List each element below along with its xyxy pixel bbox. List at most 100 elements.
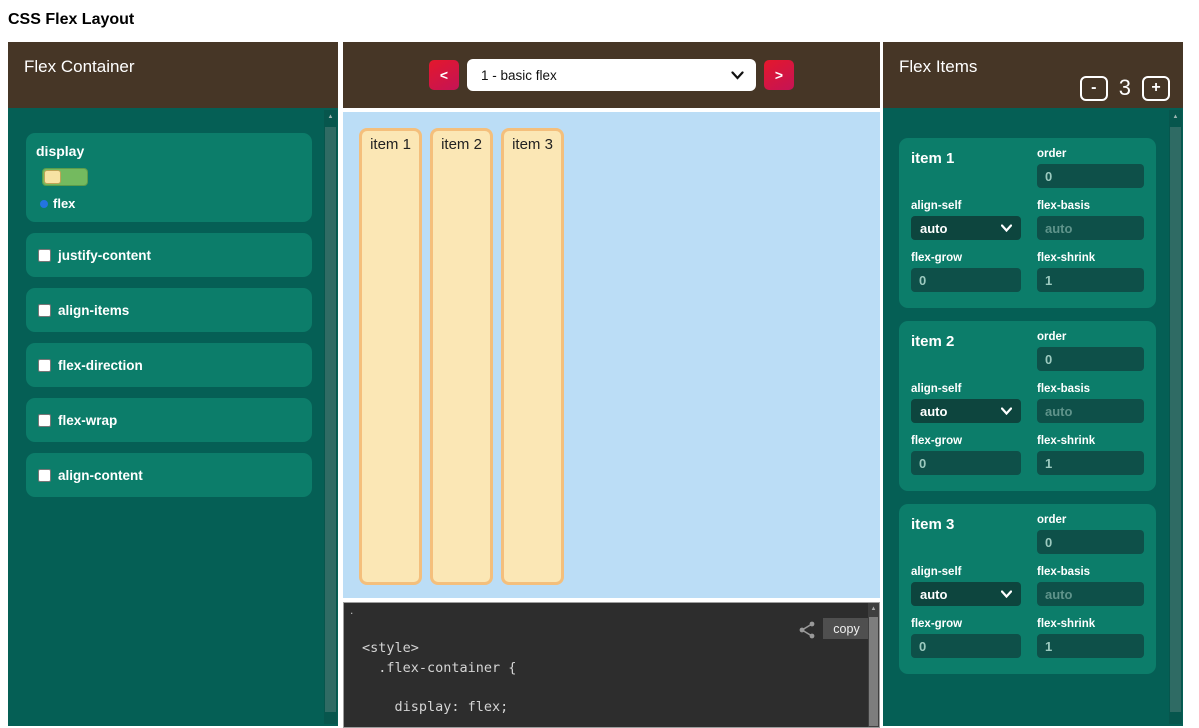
item-1-card: item 1 order align-self auto flex-basis xyxy=(899,138,1156,308)
flex-basis-label: flex-basis xyxy=(1037,383,1144,395)
property-card-align-items[interactable]: align-items xyxy=(26,288,312,332)
flex-basis-input[interactable] xyxy=(1037,582,1144,606)
flex-radio-row: flex xyxy=(40,196,302,211)
right-scrollbar-thumb[interactable] xyxy=(1170,127,1181,712)
increase-items-button[interactable]: + xyxy=(1142,76,1170,101)
align-self-select[interactable]: auto xyxy=(911,399,1021,423)
code-panel: . <style> .flex-container { display: fle… xyxy=(343,602,880,728)
order-input[interactable] xyxy=(1037,164,1144,188)
items-count: 3 xyxy=(1119,75,1131,101)
scroll-up-arrow-icon[interactable]: ▲ xyxy=(868,606,879,612)
flex-basis-field: flex-basis xyxy=(1037,566,1144,606)
code-cursor-dot: . xyxy=(350,603,353,617)
item-card-title: item 2 xyxy=(911,331,1021,371)
align-self-select[interactable]: auto xyxy=(911,216,1021,240)
flex-items-title: Flex Items xyxy=(899,57,977,76)
decrease-items-button[interactable]: - xyxy=(1080,76,1108,101)
flex-basis-label: flex-basis xyxy=(1037,200,1144,212)
flex-basis-label: flex-basis xyxy=(1037,566,1144,578)
items-count-controls: - 3 + xyxy=(1080,75,1170,101)
align-self-field: align-self auto xyxy=(911,566,1021,606)
property-card-justify-content[interactable]: justify-content xyxy=(26,233,312,277)
item-card-title: item 3 xyxy=(911,514,1021,554)
share-icon[interactable] xyxy=(797,620,817,640)
code-scrollbar[interactable]: ▲ xyxy=(868,603,879,727)
flex-grow-label: flex-grow xyxy=(911,252,1021,264)
flex-basis-field: flex-basis xyxy=(1037,200,1144,240)
align-self-select[interactable]: auto xyxy=(911,582,1021,606)
order-input[interactable] xyxy=(1037,530,1144,554)
align-self-value: auto xyxy=(920,404,1001,419)
flex-container-header: Flex Container xyxy=(8,42,338,108)
align-self-label: align-self xyxy=(911,200,1021,212)
flex-grow-field: flex-grow xyxy=(911,252,1021,292)
align-content-checkbox[interactable] xyxy=(38,469,51,482)
flex-basis-input[interactable] xyxy=(1037,399,1144,423)
code-scrollbar-thumb[interactable] xyxy=(869,617,878,726)
flex-item-2[interactable]: item 2 xyxy=(430,128,493,585)
flex-items-body: ▲ item 1 order align-self auto xyxy=(883,108,1183,726)
flex-grow-field: flex-grow xyxy=(911,435,1021,475)
chevron-down-icon xyxy=(731,71,744,80)
flex-wrap-checkbox[interactable] xyxy=(38,414,51,427)
copy-button[interactable]: copy xyxy=(823,618,870,639)
display-toggle-switch[interactable] xyxy=(42,168,88,186)
flex-shrink-input[interactable] xyxy=(1037,634,1144,658)
flex-grow-input[interactable] xyxy=(911,634,1021,658)
flex-shrink-label: flex-shrink xyxy=(1037,618,1144,630)
page-title: CSS Flex Layout xyxy=(0,0,1199,42)
align-self-field: align-self auto xyxy=(911,200,1021,240)
order-field: order xyxy=(1037,514,1144,554)
flex-container-title: Flex Container xyxy=(24,57,135,76)
preset-select[interactable]: 1 - basic flex xyxy=(467,59,756,91)
preset-select-value: 1 - basic flex xyxy=(481,68,731,83)
align-self-value: auto xyxy=(920,221,1001,236)
align-self-label: align-self xyxy=(911,383,1021,395)
chevron-down-icon xyxy=(1001,224,1012,232)
align-items-checkbox[interactable] xyxy=(38,304,51,317)
flex-direction-checkbox[interactable] xyxy=(38,359,51,372)
flex-grow-label: flex-grow xyxy=(911,618,1021,630)
flex-item-3[interactable]: item 3 xyxy=(501,128,564,585)
left-panel-scrollbar[interactable]: ▲ xyxy=(324,110,337,724)
item-card-title: item 1 xyxy=(911,148,1021,188)
order-label: order xyxy=(1037,148,1144,160)
order-label: order xyxy=(1037,331,1144,343)
left-scrollbar-thumb[interactable] xyxy=(325,127,336,712)
display-card: display flex xyxy=(26,133,312,222)
chevron-down-icon xyxy=(1001,590,1012,598)
flex-container-body: ▲ display flex justify-content align- xyxy=(8,108,338,726)
order-field: order xyxy=(1037,331,1144,371)
preset-prev-button[interactable]: < xyxy=(429,60,459,90)
scroll-up-arrow-icon[interactable]: ▲ xyxy=(1169,114,1182,120)
flex-basis-field: flex-basis xyxy=(1037,383,1144,423)
justify-content-checkbox[interactable] xyxy=(38,249,51,262)
flex-shrink-input[interactable] xyxy=(1037,451,1144,475)
align-items-label: align-items xyxy=(58,303,129,318)
flex-item-1[interactable]: item 1 xyxy=(359,128,422,585)
item-3-card: item 3 order align-self auto flex-basis xyxy=(899,504,1156,674)
scroll-up-arrow-icon[interactable]: ▲ xyxy=(324,114,337,120)
display-label: display xyxy=(36,143,302,159)
flex-grow-input[interactable] xyxy=(911,451,1021,475)
order-input[interactable] xyxy=(1037,347,1144,371)
flex-grow-field: flex-grow xyxy=(911,618,1021,658)
flex-radio[interactable] xyxy=(40,200,48,208)
flex-grow-input[interactable] xyxy=(911,268,1021,292)
flex-shrink-input[interactable] xyxy=(1037,268,1144,292)
main-layout: Flex Container ▲ display flex justify-co… xyxy=(0,42,1199,728)
flex-direction-label: flex-direction xyxy=(58,358,143,373)
align-content-label: align-content xyxy=(58,468,143,483)
toggle-knob xyxy=(44,170,61,184)
property-card-flex-wrap[interactable]: flex-wrap xyxy=(26,398,312,442)
order-label: order xyxy=(1037,514,1144,526)
property-card-flex-direction[interactable]: flex-direction xyxy=(26,343,312,387)
align-self-value: auto xyxy=(920,587,1001,602)
flex-basis-input[interactable] xyxy=(1037,216,1144,240)
right-panel-scrollbar[interactable]: ▲ xyxy=(1169,110,1182,724)
preview-panel: < 1 - basic flex > item 1 item 2 item 3 … xyxy=(343,42,880,728)
justify-content-label: justify-content xyxy=(58,248,151,263)
item-2-card: item 2 order align-self auto flex-basis xyxy=(899,321,1156,491)
preset-next-button[interactable]: > xyxy=(764,60,794,90)
property-card-align-content[interactable]: align-content xyxy=(26,453,312,497)
